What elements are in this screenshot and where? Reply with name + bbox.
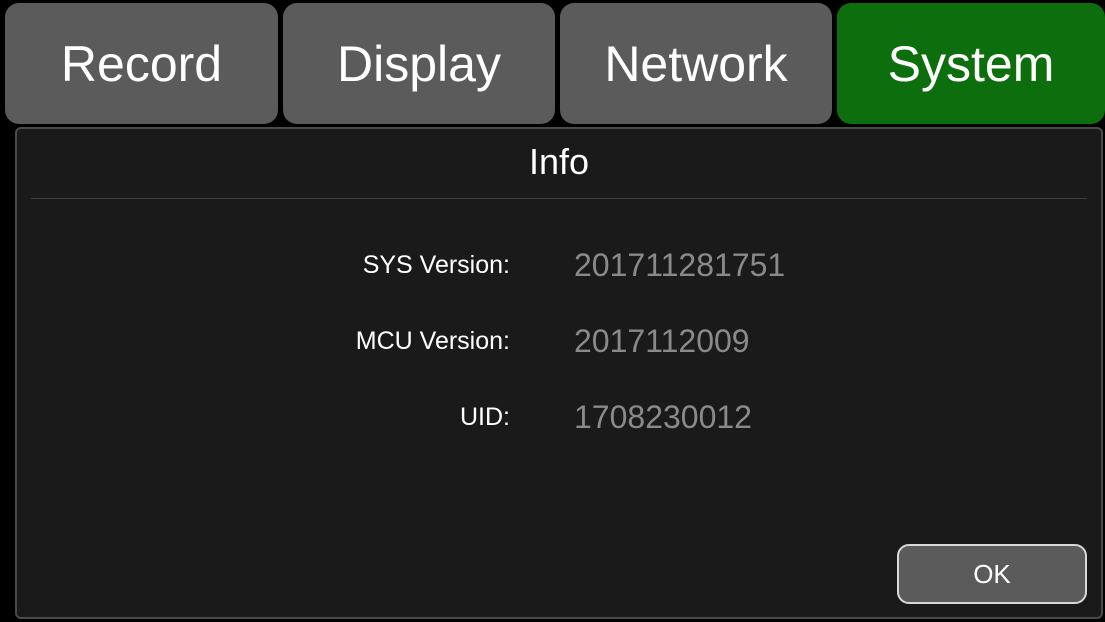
tab-record[interactable]: Record [5, 3, 278, 124]
tab-bar: Record Display Network System [0, 0, 1105, 128]
panel-title: Info [528, 141, 590, 182]
sys-version-value: 201711281751 [574, 247, 786, 283]
tab-network[interactable]: Network [560, 3, 832, 124]
sys-version-label: SYS Version: [362, 251, 510, 279]
mcu-version-row: MCU Version: 2017112009 [17, 321, 1101, 361]
uid-label: UID: [460, 403, 510, 431]
title-divider [31, 198, 1087, 199]
sys-version-row: SYS Version: 201711281751 [17, 245, 1101, 285]
mcu-version-value: 2017112009 [574, 323, 750, 359]
uid-row: UID: 1708230012 [17, 397, 1101, 437]
mcu-version-label: MCU Version: [355, 327, 510, 355]
info-panel: Info SYS Version: 201711281751 MCU Versi… [15, 127, 1103, 619]
ok-button[interactable]: OK [897, 544, 1087, 604]
tab-display[interactable]: Display [283, 3, 555, 124]
uid-value: 1708230012 [574, 399, 752, 435]
tab-system[interactable]: System [837, 3, 1105, 124]
